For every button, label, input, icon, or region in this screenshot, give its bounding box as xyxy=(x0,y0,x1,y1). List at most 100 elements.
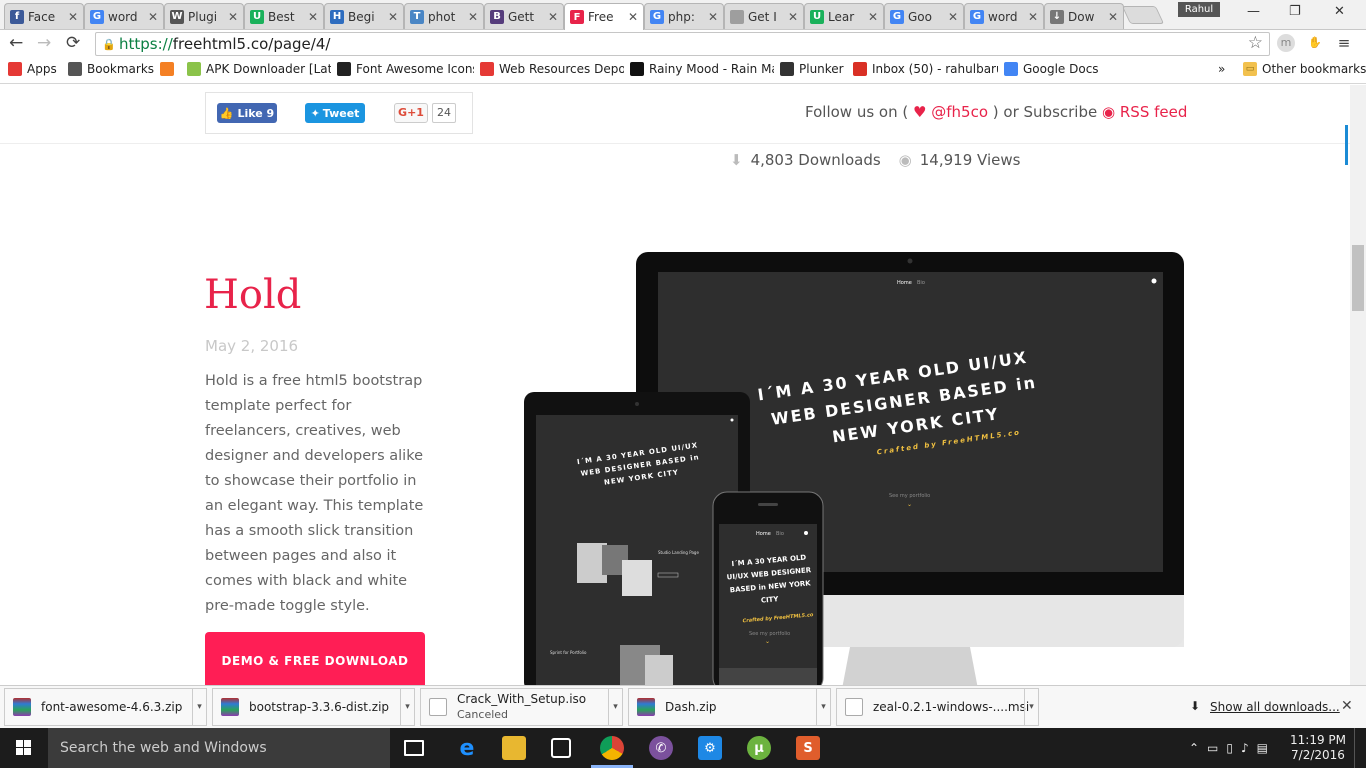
bookmark-item[interactable]: Bookmarks xyxy=(68,62,154,76)
template-title[interactable]: Hold xyxy=(204,272,301,318)
facebook-like-button[interactable]: 👍 Like 9 xyxy=(217,103,277,123)
browser-tab[interactable]: U Best ✕ xyxy=(244,3,324,29)
back-icon[interactable]: ← xyxy=(9,34,23,52)
menu-icon[interactable]: ≡ xyxy=(1335,34,1353,52)
extension-icon[interactable]: ✋ xyxy=(1306,34,1324,52)
chevron-down-icon[interactable]: ▾ xyxy=(1024,689,1038,725)
edge-icon[interactable]: e xyxy=(455,736,479,761)
show-desktop-button[interactable] xyxy=(1354,728,1360,768)
taskbar-search-box[interactable]: Search the web and Windows xyxy=(48,728,390,768)
browser-tab[interactable]: ↓ Dow ✕ xyxy=(1044,3,1124,29)
extension-m-icon[interactable]: m xyxy=(1277,34,1295,52)
apps-icon xyxy=(8,62,22,76)
chevron-down-icon[interactable]: ▾ xyxy=(816,689,830,725)
minimize-icon[interactable]: — xyxy=(1247,4,1260,19)
clock[interactable]: 11:19 PM 7/2/2016 xyxy=(1290,733,1346,763)
browser-tab[interactable]: W Plugi ✕ xyxy=(164,3,244,29)
settings-gear-icon[interactable]: ⚙ xyxy=(698,736,722,760)
twitter-handle-link[interactable]: @fh5co xyxy=(931,103,988,121)
tab-close-icon[interactable]: ✕ xyxy=(868,10,878,24)
rss-feed-link[interactable]: RSS feed xyxy=(1120,103,1188,121)
browser-tab[interactable]: B Gett ✕ xyxy=(484,3,564,29)
browser-tab[interactable]: Get I ✕ xyxy=(724,3,804,29)
bookmarks-overflow-button[interactable]: » xyxy=(1218,62,1225,76)
device-mockup-image[interactable]: Home Bio I´M A 30 YEAR OLD UI/UX WEB DES… xyxy=(520,250,1190,685)
utorrent-icon[interactable]: µ xyxy=(747,736,771,760)
chevron-down-icon[interactable]: ▾ xyxy=(192,689,206,725)
forward-icon[interactable]: → xyxy=(37,34,51,52)
browser-tab[interactable]: G Goo ✕ xyxy=(884,3,964,29)
browser-tab[interactable]: Gword ✕ xyxy=(964,3,1044,29)
tab-close-icon[interactable]: ✕ xyxy=(948,10,958,24)
google-plus-button[interactable]: G+1 xyxy=(394,103,428,123)
download-item[interactable]: bootstrap-3.3.6-dist.zip ▾ xyxy=(212,688,415,726)
chevron-down-icon[interactable]: ▾ xyxy=(400,689,414,725)
tab-close-icon[interactable]: ✕ xyxy=(788,10,798,24)
tab-close-icon[interactable]: ✕ xyxy=(228,10,238,24)
browser-tab[interactable]: f Face ✕ xyxy=(4,3,84,29)
restore-icon[interactable]: ❐ xyxy=(1289,4,1301,19)
download-item[interactable]: Crack_With_Setup.iso Canceled ▾ xyxy=(420,688,623,726)
bookmark-item[interactable]: Rainy Mood - Rain Ma xyxy=(630,62,774,76)
browser-tab[interactable]: Gphp: ✕ xyxy=(644,3,724,29)
viber-icon[interactable]: ✆ xyxy=(649,736,673,760)
bookmark-item[interactable]: Google Docs xyxy=(1004,62,1099,76)
twitter-bird-icon: ✦ xyxy=(310,106,320,120)
bookmark-item[interactable]: Plunker xyxy=(780,62,844,76)
bookmark-item[interactable]: Inbox (50) - rahulbaru xyxy=(853,62,998,76)
bookmark-star-icon[interactable]: ☆ xyxy=(1248,33,1263,53)
google-icon: G xyxy=(970,9,984,24)
plunker-icon xyxy=(780,62,794,76)
address-bar[interactable]: 🔒 https:// freehtml5.co/page/4/ ☆ xyxy=(95,32,1270,56)
tab-close-icon[interactable]: ✕ xyxy=(68,10,78,24)
scroll-thumb[interactable] xyxy=(1352,245,1364,311)
task-view-icon[interactable] xyxy=(404,740,424,756)
store-icon[interactable] xyxy=(551,738,571,758)
browser-tab[interactable]: Gword ✕ xyxy=(84,3,164,29)
battery-icon[interactable]: ▯ xyxy=(1226,741,1233,755)
bookmark-item[interactable] xyxy=(160,62,179,76)
bookmark-label: Plunker xyxy=(799,62,844,76)
profile-button[interactable]: Rahul xyxy=(1178,2,1220,17)
tweet-button[interactable]: ✦ Tweet xyxy=(305,103,365,123)
close-window-icon[interactable]: ✕ xyxy=(1334,4,1345,19)
close-shelf-icon[interactable]: ✕ xyxy=(1341,698,1353,714)
chevron-down-icon[interactable]: ▾ xyxy=(608,689,622,725)
tab-close-icon[interactable]: ✕ xyxy=(1108,10,1118,24)
speaker-icon[interactable]: ♪ xyxy=(1241,741,1249,755)
browser-tab[interactable]: F Free ✕ xyxy=(564,3,644,30)
bookmark-label: Web Resources Depot xyxy=(499,62,624,76)
browser-tab[interactable]: U Lear ✕ xyxy=(804,3,884,29)
show-all-downloads-link[interactable]: Show all downloads... xyxy=(1210,700,1340,714)
tab-close-icon[interactable]: ✕ xyxy=(1028,10,1038,24)
tab-close-icon[interactable]: ✕ xyxy=(628,10,638,24)
tab-close-icon[interactable]: ✕ xyxy=(388,10,398,24)
tab-close-icon[interactable]: ✕ xyxy=(708,10,718,24)
other-bookmarks[interactable]: ▭ Other bookmarks xyxy=(1243,62,1366,76)
tab-close-icon[interactable]: ✕ xyxy=(468,10,478,24)
bookmark-item[interactable]: Web Resources Depot xyxy=(480,62,624,76)
tab-title: Best xyxy=(268,9,295,24)
download-item[interactable]: zeal-0.2.1-windows-....msi ▾ xyxy=(836,688,1039,726)
chevron-up-icon[interactable]: ⌃ xyxy=(1189,741,1199,755)
browser-tab[interactable]: Tphot ✕ xyxy=(404,3,484,29)
sublime-icon[interactable]: S xyxy=(796,736,820,760)
file-explorer-icon[interactable] xyxy=(502,736,526,760)
browser-tab[interactable]: H Begi ✕ xyxy=(324,3,404,29)
message-icon[interactable]: ▤ xyxy=(1257,741,1268,755)
tab-close-icon[interactable]: ✕ xyxy=(148,10,158,24)
reload-icon[interactable]: ⟳ xyxy=(66,34,80,52)
bookmark-item[interactable]: Apps xyxy=(8,62,57,76)
bookmark-item[interactable]: Font Awesome Icons xyxy=(337,62,474,76)
download-item[interactable]: font-awesome-4.6.3.zip ▾ xyxy=(4,688,207,726)
download-item[interactable]: Dash.zip ▾ xyxy=(628,688,831,726)
bookmark-item[interactable]: APK Downloader [Late xyxy=(187,62,331,76)
network-icon[interactable]: ▭ xyxy=(1207,741,1218,755)
tab-close-icon[interactable]: ✕ xyxy=(308,10,318,24)
start-button[interactable] xyxy=(0,728,48,768)
folder-icon: ▭ xyxy=(1243,62,1257,76)
demo-download-button[interactable]: DEMO & FREE DOWNLOAD xyxy=(205,632,425,685)
tab-close-icon[interactable]: ✕ xyxy=(548,10,558,24)
chrome-icon[interactable] xyxy=(600,736,624,760)
page-scrollbar[interactable] xyxy=(1345,85,1366,685)
